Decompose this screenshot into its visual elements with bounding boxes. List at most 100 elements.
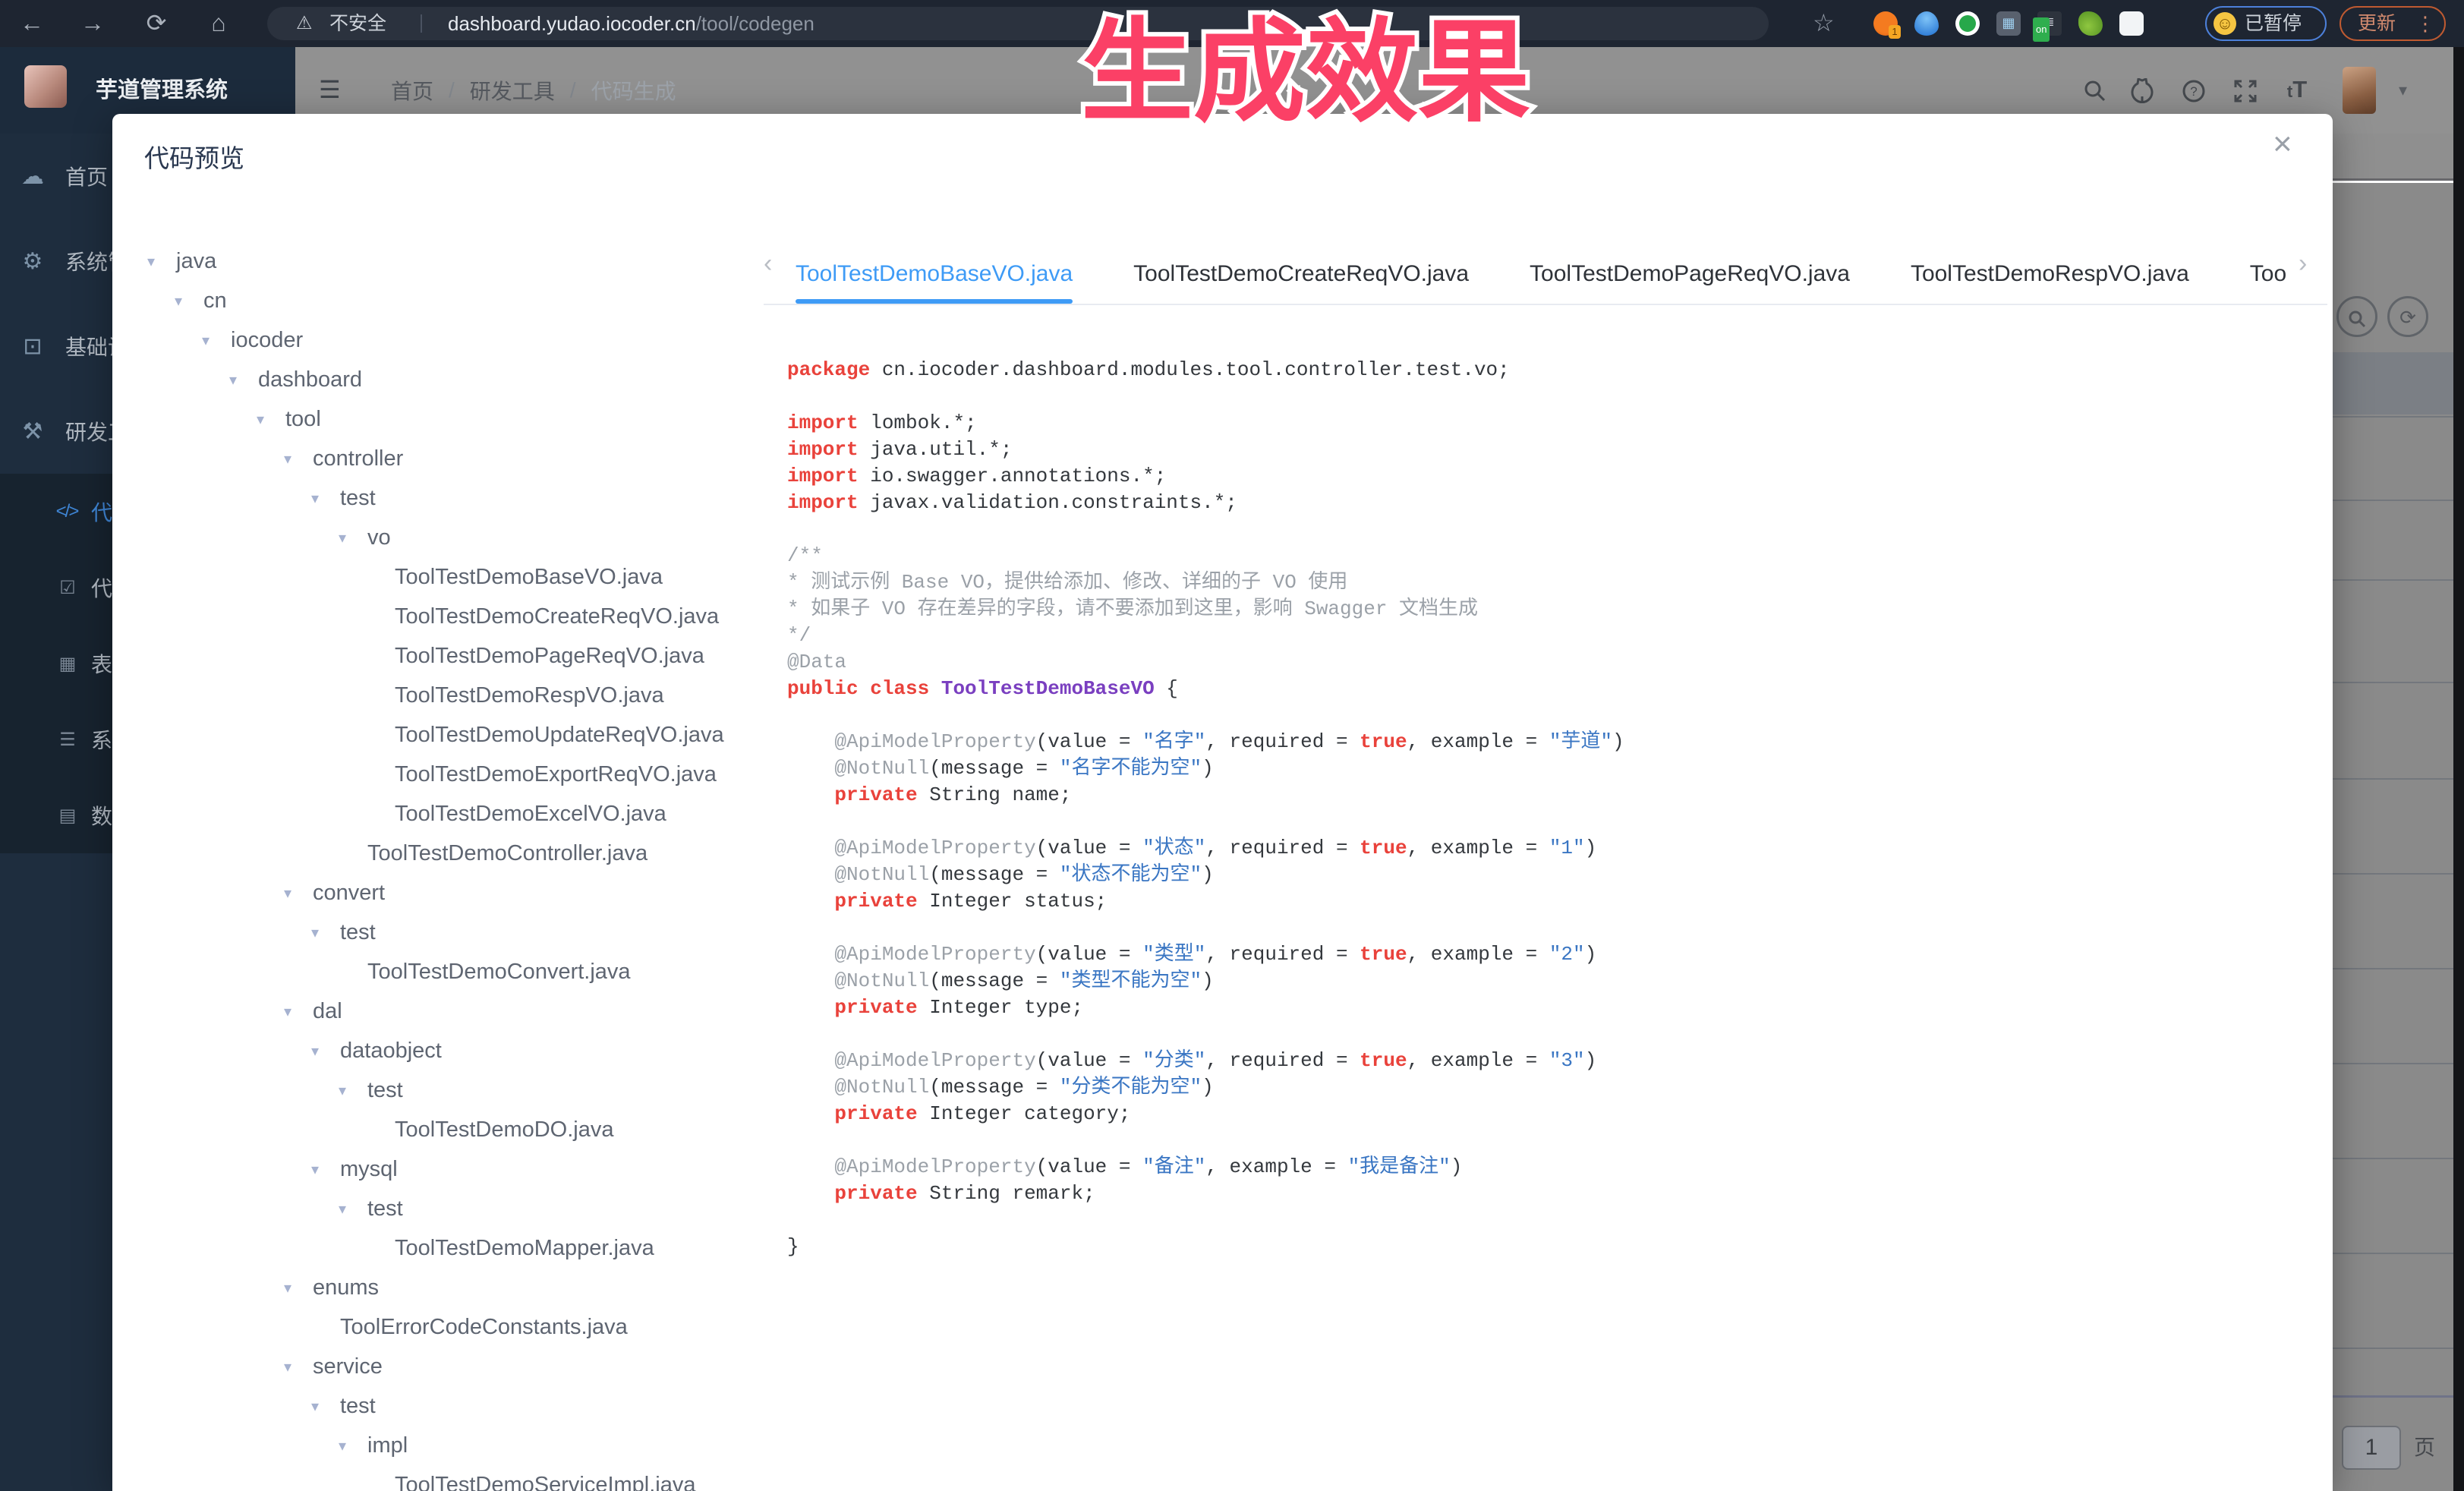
extension-tabs-icon[interactable]: ≣ bbox=[2037, 11, 2062, 36]
tree-node-file[interactable]: ToolTestDemoCreateReqVO.java bbox=[143, 597, 758, 636]
tree-node-file[interactable]: ToolTestDemoBaseVO.java bbox=[143, 557, 758, 597]
tree-node-dir[interactable]: ▾test bbox=[143, 1189, 758, 1228]
tree-node-label: ToolTestDemoDO.java bbox=[395, 1117, 614, 1143]
tree-node-dir[interactable]: ▾enums bbox=[143, 1268, 758, 1307]
tree-node-dir[interactable]: ▾test bbox=[143, 1070, 758, 1110]
tree-node-dir[interactable]: ▾dal bbox=[143, 991, 758, 1031]
code-line: * 测试示例 Base VO，提供给添加、修改、详细的子 VO 使用 bbox=[787, 569, 1624, 596]
tree-node-file[interactable]: ToolTestDemoUpdateReqVO.java bbox=[143, 715, 758, 755]
code-token: true bbox=[1360, 943, 1407, 966]
code-token: (message = bbox=[929, 1076, 1060, 1099]
tree-node-dir[interactable]: ▾vo bbox=[143, 518, 758, 557]
code-token: Integer status; bbox=[918, 890, 1108, 913]
extension-grid-icon[interactable]: ▦ bbox=[1996, 11, 2021, 36]
code-token: "名字" bbox=[1142, 730, 1205, 753]
code-token: @NotNull bbox=[834, 1076, 929, 1099]
tree-node-dir[interactable]: ▾test bbox=[143, 913, 758, 952]
extension-row: ▦≣ bbox=[1873, 11, 2144, 36]
tab-ToolTe[interactable]: ToolTe bbox=[2250, 247, 2287, 304]
tree-node-label: impl bbox=[367, 1433, 408, 1458]
caret-down-icon: ▾ bbox=[279, 449, 313, 468]
tree-node-file[interactable]: ToolTestDemoExportReqVO.java bbox=[143, 755, 758, 794]
tree-node-dir[interactable]: ▾test bbox=[143, 1386, 758, 1426]
browser-update-button[interactable]: 更新 ⋮ bbox=[2340, 6, 2446, 41]
tabs-prev-icon[interactable]: ‹ bbox=[764, 249, 772, 279]
breadcrumb-item[interactable]: 代码生成 bbox=[591, 75, 676, 106]
code-token: "状态" bbox=[1142, 837, 1205, 859]
tree-node-file[interactable]: ToolTestDemoDO.java bbox=[143, 1110, 758, 1149]
code-token: (value = bbox=[1036, 1155, 1142, 1178]
tree-node-dir[interactable]: ▾dataobject bbox=[143, 1031, 758, 1070]
code-line bbox=[787, 915, 1624, 941]
url-host: dashboard.yudao.iocoder.cn bbox=[448, 12, 696, 35]
tree-node-dir[interactable]: ▾iocoder bbox=[143, 320, 758, 360]
tree-node-dir[interactable]: ▾impl bbox=[143, 1426, 758, 1465]
code-token: ) bbox=[1585, 943, 1597, 966]
code-token bbox=[787, 730, 834, 753]
tree-node-file[interactable]: ToolErrorCodeConstants.java bbox=[143, 1307, 758, 1347]
code-token: "3" bbox=[1549, 1049, 1585, 1072]
pagination-input[interactable]: 1 bbox=[2342, 1426, 2401, 1470]
code-line: package cn.iocoder.dashboard.modules.too… bbox=[787, 357, 1624, 383]
code-line bbox=[787, 383, 1624, 410]
tree-node-file[interactable]: ToolTestDemoServiceImpl.java bbox=[143, 1465, 758, 1491]
home-icon[interactable]: ⌂ bbox=[203, 0, 234, 47]
tree-node-dir[interactable]: ▾cn bbox=[143, 281, 758, 320]
tree-node-dir[interactable]: ▾mysql bbox=[143, 1149, 758, 1189]
tree-node-file[interactable]: ToolTestDemoController.java bbox=[143, 834, 758, 873]
extension-drop-icon[interactable] bbox=[1914, 11, 1939, 36]
tree-node-dir[interactable]: ▾service bbox=[143, 1347, 758, 1386]
tree-node-file[interactable]: ToolTestDemoRespVO.java bbox=[143, 676, 758, 715]
avatar[interactable] bbox=[2343, 67, 2376, 114]
extension-orange-icon[interactable] bbox=[1873, 11, 1898, 36]
tree-node-dir[interactable]: ▾controller bbox=[143, 439, 758, 478]
tree-node-dir[interactable]: ▾convert bbox=[143, 873, 758, 913]
tree-node-dir[interactable]: ▾tool bbox=[143, 399, 758, 439]
extension-green-icon[interactable] bbox=[1955, 11, 1980, 36]
code-token: @ApiModelProperty bbox=[834, 1049, 1035, 1072]
kebab-menu-icon[interactable]: ⋮ bbox=[2415, 8, 2435, 39]
chevron-down-icon[interactable]: ▾ bbox=[2399, 47, 2407, 134]
code-line: @Data bbox=[787, 649, 1624, 676]
tab-ToolTestDemoPageReqVO.java[interactable]: ToolTestDemoPageReqVO.java bbox=[1530, 247, 1850, 304]
toolbox-icon: ⚒ bbox=[20, 418, 46, 445]
table-search-button[interactable] bbox=[2336, 296, 2377, 337]
tab-ToolTestDemoCreateReqVO.java[interactable]: ToolTestDemoCreateReqVO.java bbox=[1133, 247, 1469, 304]
tabs-next-icon[interactable]: › bbox=[2299, 249, 2307, 279]
forward-icon[interactable]: → bbox=[77, 0, 108, 47]
tree-node-dir[interactable]: ▾dashboard bbox=[143, 360, 758, 399]
extension-leaf-icon[interactable] bbox=[2078, 11, 2103, 36]
sidebar-subitem-label: 系 bbox=[91, 724, 112, 755]
url-path: /tool/codegen bbox=[696, 12, 815, 35]
dialog-title: 代码预览 bbox=[144, 138, 244, 175]
close-icon[interactable]: × bbox=[2273, 128, 2292, 161]
tree-node-dir[interactable]: ▾java bbox=[143, 241, 758, 281]
extension-puzzle-icon[interactable] bbox=[2119, 11, 2144, 36]
tab-ToolTestDemoBaseVO.java[interactable]: ToolTestDemoBaseVO.java bbox=[796, 247, 1073, 304]
code-token bbox=[787, 1182, 834, 1205]
tree-node-label: test bbox=[340, 1394, 376, 1419]
back-icon[interactable]: ← bbox=[17, 0, 47, 47]
code-line: @ApiModelProperty(value = "状态", required… bbox=[787, 835, 1624, 862]
caret-down-icon: ▾ bbox=[307, 923, 340, 942]
pagination-unit-label: 页 bbox=[2414, 1426, 2435, 1470]
caret-down-icon: ▾ bbox=[170, 292, 203, 310]
tree-node-file[interactable]: ToolTestDemoExcelVO.java bbox=[143, 794, 758, 834]
breadcrumb-item[interactable]: 研发工具 bbox=[470, 75, 555, 106]
table-refresh-button[interactable]: ⟳ bbox=[2387, 296, 2428, 337]
code-token: "芋道" bbox=[1549, 730, 1612, 753]
bookmark-star-icon[interactable]: ☆ bbox=[1813, 0, 1835, 47]
caret-down-icon: ▾ bbox=[279, 1278, 313, 1297]
code-token: import bbox=[787, 465, 859, 487]
code-token: { bbox=[1155, 677, 1178, 700]
tab-ToolTestDemoRespVO.java[interactable]: ToolTestDemoRespVO.java bbox=[1911, 247, 2189, 304]
breadcrumb-item[interactable]: 首页 bbox=[391, 75, 433, 106]
profile-paused-chip[interactable]: ☺ 已暂停 bbox=[2205, 6, 2327, 41]
caret-down-icon: ▾ bbox=[225, 370, 258, 389]
tree-node-file[interactable]: ToolTestDemoConvert.java bbox=[143, 952, 758, 991]
tree-node-label: vo bbox=[367, 525, 391, 550]
reload-icon[interactable]: ⟳ bbox=[141, 0, 172, 47]
tree-node-dir[interactable]: ▾test bbox=[143, 478, 758, 518]
tree-node-file[interactable]: ToolTestDemoPageReqVO.java bbox=[143, 636, 758, 676]
tree-node-file[interactable]: ToolTestDemoMapper.java bbox=[143, 1228, 758, 1268]
